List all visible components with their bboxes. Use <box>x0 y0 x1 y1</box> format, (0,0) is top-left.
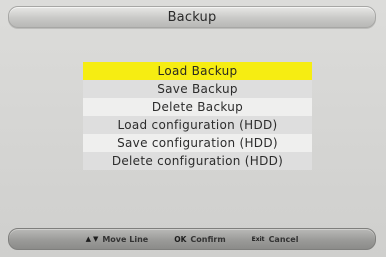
arrow-up-icon: ▲ <box>85 235 91 243</box>
move-line-label: Move Line <box>102 234 149 244</box>
move-line-hint: ▲ ▼ Move Line <box>86 235 149 244</box>
confirm-label: Confirm <box>190 234 226 244</box>
arrow-down-icon: ▼ <box>92 235 99 243</box>
cancel-label: Cancel <box>268 234 299 244</box>
menu-item-load-backup[interactable]: Load Backup <box>83 62 312 80</box>
key-hint-bar: ▲ ▼ Move Line OK Confirm Exit Cancel <box>8 228 376 250</box>
menu-item-delete-configuration[interactable]: Delete configuration (HDD) <box>83 152 312 170</box>
menu-item-delete-backup[interactable]: Delete Backup <box>83 98 312 116</box>
title-bar: Backup <box>8 6 376 28</box>
menu-item-save-backup[interactable]: Save Backup <box>83 80 312 98</box>
confirm-hint: OK Confirm <box>174 235 225 244</box>
menu-item-load-configuration[interactable]: Load configuration (HDD) <box>83 116 312 134</box>
backup-screen: Backup Load Backup Save Backup Delete Ba… <box>0 0 386 257</box>
page-title: Backup <box>167 9 217 25</box>
exit-key-icon: Exit <box>251 235 265 243</box>
menu-item-save-configuration[interactable]: Save configuration (HDD) <box>83 134 312 152</box>
cancel-hint: Exit Cancel <box>252 235 299 244</box>
ok-key-icon: OK <box>174 234 187 244</box>
backup-menu: Load Backup Save Backup Delete Backup Lo… <box>83 62 312 170</box>
